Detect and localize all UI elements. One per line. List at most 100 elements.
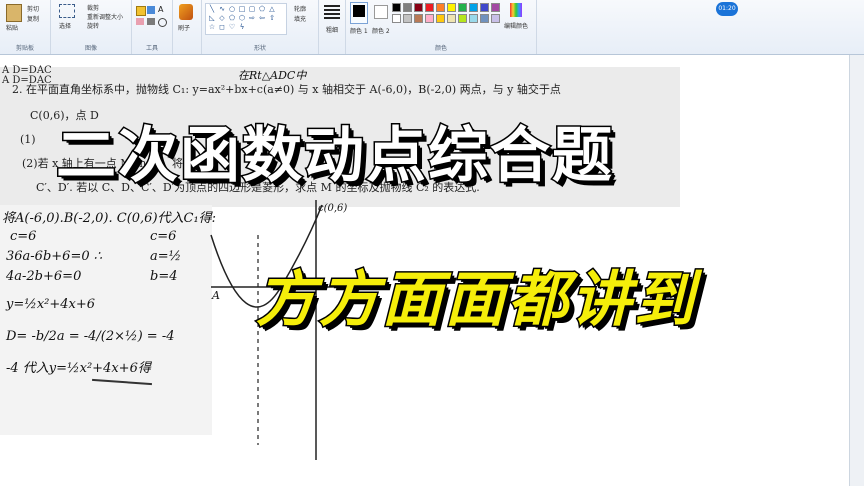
triangle-shape-icon[interactable]: △: [267, 5, 277, 13]
clipboard-label: 剪贴板: [15, 45, 34, 52]
overlay-title: 二次函数动点综合题: [55, 120, 614, 193]
handwritten-solution: 将A(-6,0).B(-2,0). C(0,6)代入C₁得: c=6 36a-6…: [0, 205, 216, 435]
colors-group: 颜色 1 颜色 2 编辑颜色 颜色: [346, 0, 537, 54]
paste-icon[interactable]: [6, 4, 22, 22]
oval-shape-icon[interactable]: ○: [227, 5, 237, 13]
select-icon[interactable]: [59, 4, 75, 18]
palette-swatch[interactable]: [469, 14, 478, 23]
shapes-group: ╲ ∿ ○ □ ▢ ⬠ △ ◺ ◇ ⬠ ⬡ ⇨ ⇦ ⇧ ☆ ◻ ♡ ϟ 轮廓 填…: [202, 0, 319, 54]
hw-line2: c=6: [10, 229, 37, 244]
hw-sol2: a=½: [150, 249, 182, 264]
hw-line5: y=½x²+4x+6: [6, 297, 96, 312]
eraser-icon[interactable]: [136, 18, 144, 25]
text-icon[interactable]: A: [158, 5, 166, 14]
canvas-area: A D=DAC A D=DAC 在Rt△ADC中 2. 在平面直角坐标系中，抛物…: [0, 55, 850, 486]
palette-swatch[interactable]: [436, 3, 445, 12]
fill-dropdown[interactable]: 填充: [294, 14, 306, 23]
hw-line3: 36a-6b+6=0 ∴: [6, 249, 103, 264]
magnifier-icon[interactable]: [158, 18, 167, 27]
overlay-subtitle: 方方面面都讲到: [255, 264, 697, 337]
palette-swatch[interactable]: [447, 14, 456, 23]
brush-icon[interactable]: [179, 4, 193, 20]
rectangle-shape-icon[interactable]: □: [237, 5, 247, 13]
paste-button[interactable]: 粘贴: [6, 23, 18, 32]
arrow-right-shape-icon[interactable]: ⇨: [247, 14, 257, 22]
fill-bucket-icon[interactable]: [147, 6, 155, 14]
colors-label: 颜色: [434, 45, 447, 52]
diamond-shape-icon[interactable]: ◇: [217, 14, 227, 22]
hw-underline: [92, 378, 152, 386]
palette-swatch[interactable]: [425, 3, 434, 12]
color2-label: 颜色 2: [372, 28, 390, 35]
brushes-group: 刷子: [173, 0, 202, 54]
palette-swatch[interactable]: [425, 14, 434, 23]
edit-colors-icon[interactable]: [510, 3, 522, 17]
curve-shape-icon[interactable]: ∿: [217, 5, 227, 13]
size-lines-icon[interactable]: [324, 5, 340, 21]
resize-button[interactable]: 重新调整大小: [87, 12, 123, 21]
palette-swatch[interactable]: [414, 14, 423, 23]
heart-shape-icon[interactable]: ♡: [227, 23, 237, 31]
size-button[interactable]: 粗细: [326, 25, 338, 34]
palette-swatch[interactable]: [469, 3, 478, 12]
hw-line7: -4 代入y=½x²+4x+6得: [6, 361, 151, 376]
color2-swatch[interactable]: [374, 5, 388, 19]
pentagon-shape-icon[interactable]: ⬠: [227, 14, 237, 22]
palette-swatch[interactable]: [392, 14, 401, 23]
size-group: 粗细: [319, 0, 346, 54]
hw-line4: 4a-2b+6=0: [6, 269, 82, 284]
palette-swatch[interactable]: [458, 14, 467, 23]
palette-swatch[interactable]: [436, 14, 445, 23]
arrow-up-shape-icon[interactable]: ⇧: [267, 14, 277, 22]
hw-sol3: b=4: [150, 269, 178, 284]
image-label: 图像: [84, 45, 97, 52]
right-triangle-shape-icon[interactable]: ◺: [207, 14, 217, 22]
tools-label: 工具: [145, 45, 158, 52]
color1-label: 颜色 1: [350, 28, 368, 35]
point-a-label: A: [212, 289, 220, 302]
image-group: 选择 裁剪 重新调整大小 旋转 图像: [51, 0, 132, 54]
callout-shape-icon[interactable]: ◻: [217, 23, 227, 31]
palette-swatch[interactable]: [414, 3, 423, 12]
point-c-label: c(0,6): [318, 203, 348, 214]
palette-swatch[interactable]: [392, 3, 401, 12]
drawing-canvas[interactable]: A D=DAC A D=DAC 在Rt△ADC中 2. 在平面直角坐标系中，抛物…: [0, 55, 850, 486]
shapes-label: 形状: [253, 45, 266, 52]
arrow-left-shape-icon[interactable]: ⇦: [257, 14, 267, 22]
color-picker-icon[interactable]: [147, 18, 155, 25]
star-shape-icon[interactable]: ☆: [207, 23, 217, 31]
hw-line1: 将A(-6,0).B(-2,0). C(0,6)代入C₁得:: [2, 211, 217, 226]
clipboard-group: 粘贴 剪切 复制 剪贴板: [0, 0, 51, 54]
palette-swatch[interactable]: [447, 3, 456, 12]
palette-swatch[interactable]: [480, 3, 489, 12]
ribbon-toolbar: 粘贴 剪切 复制 剪贴板 选择 裁剪 重新调整大小 旋转 图像 A 工具 刷子 …: [0, 0, 864, 55]
pencil-icon[interactable]: [136, 6, 146, 16]
hexagon-shape-icon[interactable]: ⬡: [237, 14, 247, 22]
palette-swatch[interactable]: [458, 3, 467, 12]
timer-badge: 01:20: [716, 2, 738, 16]
palette-swatch[interactable]: [491, 3, 500, 12]
edit-colors-button[interactable]: 编辑颜色: [504, 21, 528, 30]
hw-line6: D= -b/2a = -4/(2×½) = -4: [6, 329, 175, 344]
color1-swatch[interactable]: [350, 2, 368, 24]
outline-dropdown[interactable]: 轮廓: [294, 4, 306, 13]
copy-button[interactable]: 复制: [27, 14, 39, 23]
polygon-shape-icon[interactable]: ⬠: [257, 5, 267, 13]
shapes-gallery[interactable]: ╲ ∿ ○ □ ▢ ⬠ △ ◺ ◇ ⬠ ⬡ ⇨ ⇦ ⇧ ☆ ◻ ♡ ϟ: [205, 3, 287, 35]
rotate-button[interactable]: 旋转: [87, 21, 99, 30]
rounded-rect-shape-icon[interactable]: ▢: [247, 5, 257, 13]
brushes-button[interactable]: 刷子: [178, 23, 190, 32]
lightning-shape-icon[interactable]: ϟ: [237, 23, 247, 31]
palette-swatch[interactable]: [403, 14, 412, 23]
vertical-scrollbar[interactable]: [849, 55, 864, 486]
color-palette: [392, 3, 502, 27]
select-button[interactable]: 选择: [59, 21, 71, 30]
palette-swatch[interactable]: [403, 3, 412, 12]
palette-swatch[interactable]: [491, 14, 500, 23]
palette-swatch[interactable]: [480, 14, 489, 23]
crop-button[interactable]: 裁剪: [87, 3, 99, 12]
photo-line3: (1): [20, 133, 36, 146]
cut-button[interactable]: 剪切: [27, 4, 39, 13]
tools-group: A 工具: [132, 0, 173, 54]
line-shape-icon[interactable]: ╲: [207, 5, 217, 13]
